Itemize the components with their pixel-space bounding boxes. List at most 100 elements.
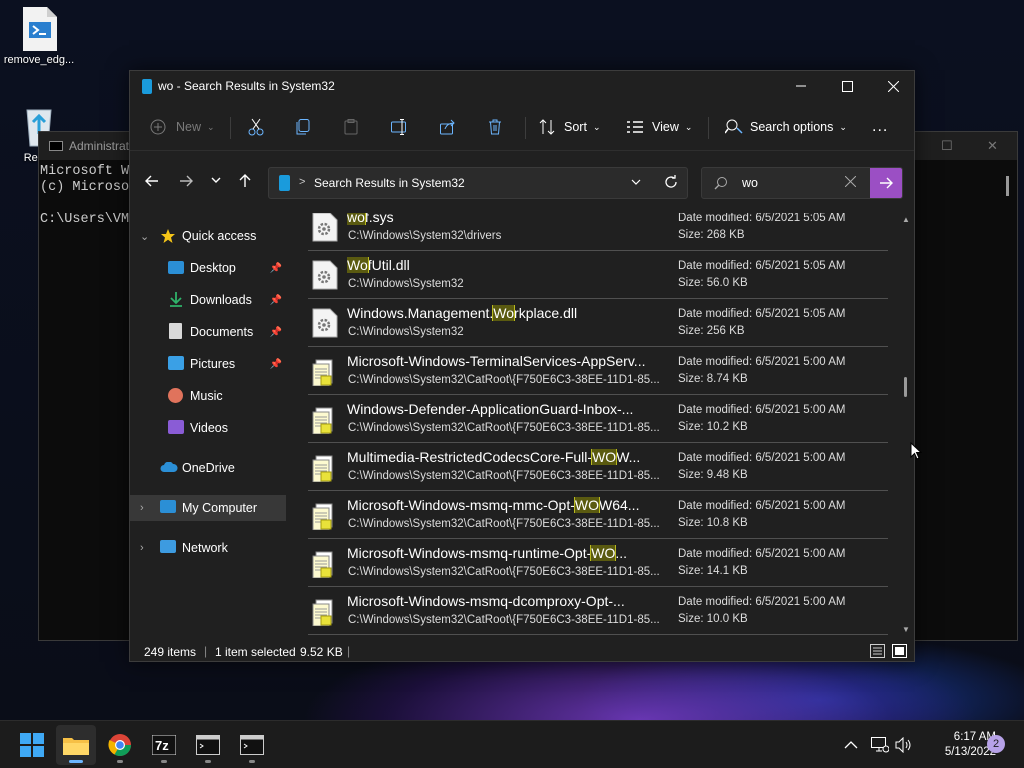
pin-icon[interactable]: 📌 xyxy=(270,295,282,306)
date-modified: Date modified: 6/5/2021 5:00 AM xyxy=(678,404,846,416)
search-go-button[interactable] xyxy=(870,168,902,198)
details-view-icon xyxy=(870,644,885,658)
paste-button[interactable] xyxy=(344,115,358,139)
start-button[interactable] xyxy=(12,725,52,765)
nav-quick-access[interactable]: ⌄ Quick access xyxy=(130,223,286,249)
details-view-button[interactable] xyxy=(870,644,885,661)
notification-badge[interactable]: 2 xyxy=(987,735,1005,753)
status-divider: | xyxy=(204,644,208,658)
chevron-right-icon[interactable]: › xyxy=(140,542,144,554)
console-maximize-icon[interactable]: ☐ xyxy=(941,138,953,154)
sort-label: Sort xyxy=(564,120,587,134)
clear-search-button[interactable] xyxy=(844,175,857,190)
result-row[interactable]: Windows-Defender-ApplicationGuard-Inbox-… xyxy=(308,395,888,443)
cut-icon xyxy=(248,118,264,136)
taskbar-7zip[interactable]: 7z xyxy=(144,725,184,765)
forward-button[interactable] xyxy=(174,169,198,193)
copy-button[interactable] xyxy=(296,115,310,139)
address-bar[interactable]: > Search Results in System32 xyxy=(268,167,688,199)
show-hidden-icons-button[interactable] xyxy=(844,721,858,768)
minimize-icon xyxy=(796,85,806,87)
running-indicator xyxy=(161,760,167,763)
breadcrumb-item[interactable]: Search Results in System32 xyxy=(314,176,465,190)
network-tray-button[interactable] xyxy=(871,721,889,768)
result-row[interactable]: Windows.Management.Workplace.dll C:\Windo… xyxy=(308,299,888,347)
rename-button[interactable] xyxy=(391,115,409,139)
taskbar-terminal-1[interactable] xyxy=(188,725,228,765)
file-name: Microsoft-Windows-msmq-runtime-Opt-WO... xyxy=(347,545,628,561)
scroll-thumb[interactable] xyxy=(904,377,907,397)
console-scrollbar[interactable] xyxy=(1006,176,1009,196)
console-close-icon[interactable]: ✕ xyxy=(987,138,998,154)
nav-network[interactable]: › Network xyxy=(130,535,286,561)
computer-icon xyxy=(160,500,176,513)
search-match-highlight: WO xyxy=(573,497,601,513)
taskbar-chrome[interactable] xyxy=(100,725,140,765)
result-row[interactable]: Microsoft-Windows-msmq-dcomproxy-Opt-...… xyxy=(308,587,888,635)
status-bar: 249 items | 1 item selected 9.52 KB | xyxy=(130,641,916,663)
address-dropdown-button[interactable] xyxy=(631,176,641,190)
file-path: C:\Windows\System32\CatRoot\{F750E6C3-38… xyxy=(348,374,660,386)
nav-videos[interactable]: Videos xyxy=(130,415,286,441)
nav-documents[interactable]: Documents 📌 xyxy=(130,319,286,345)
volume-button[interactable] xyxy=(895,721,913,768)
nav-my-computer[interactable]: › My Computer xyxy=(130,495,286,521)
nav-desktop[interactable]: Desktop 📌 xyxy=(130,255,286,281)
pin-icon[interactable]: 📌 xyxy=(270,359,282,370)
up-button[interactable] xyxy=(233,169,257,193)
result-row[interactable]: Microsoft-Windows-msmq-mmc-Opt-WOW64... C… xyxy=(308,491,888,539)
titlebar[interactable]: wo - Search Results in System32 xyxy=(130,71,914,103)
pin-icon[interactable]: 📌 xyxy=(270,263,282,274)
search-match-highlight: wo xyxy=(347,213,366,225)
item-count: 249 items xyxy=(144,645,197,659)
close-button[interactable] xyxy=(870,71,916,101)
delete-button[interactable] xyxy=(488,115,502,139)
recent-locations-button[interactable] xyxy=(204,169,228,193)
cut-button[interactable] xyxy=(248,115,264,139)
pin-icon[interactable]: 📌 xyxy=(270,327,282,338)
windows-logo-icon xyxy=(20,733,44,757)
clock-time: 6:17 AM xyxy=(953,731,996,743)
new-button[interactable]: New ⌄ xyxy=(150,115,215,139)
desktop-icon-script[interactable]: remove_edg... xyxy=(0,6,78,66)
share-button[interactable] xyxy=(440,115,456,139)
result-row[interactable]: WofUtil.dll C:\Windows\System32 Date modif… xyxy=(308,251,888,299)
chevron-right-icon[interactable]: › xyxy=(140,502,144,514)
more-options-button[interactable]: ... xyxy=(872,115,888,139)
tiles-view-button[interactable] xyxy=(892,644,907,661)
minimize-button[interactable] xyxy=(778,71,824,101)
refresh-button[interactable] xyxy=(664,175,678,192)
chevron-down-icon: ⌄ xyxy=(684,121,693,132)
nav-pictures[interactable]: Pictures 📌 xyxy=(130,351,286,377)
nav-onedrive[interactable]: OneDrive xyxy=(130,455,286,481)
search-options-button[interactable]: Search options ⌄ xyxy=(725,115,847,139)
nav-music[interactable]: Music xyxy=(130,383,286,409)
new-label: New xyxy=(176,120,202,134)
clock[interactable]: 6:17 AM 5/13/2022 xyxy=(916,730,996,760)
results-scrollbar[interactable]: ▲ ▼ xyxy=(900,213,912,637)
search-options-icon xyxy=(725,119,743,134)
file-path: C:\Windows\System32\CatRoot\{F750E6C3-38… xyxy=(348,422,660,434)
result-row[interactable]: Microsoft-Windows-msmq-runtime-Opt-WO...… xyxy=(308,539,888,587)
search-results-list[interactable]: wof.sys C:\Windows\System32\drivers Date m… xyxy=(308,213,888,643)
scroll-up-icon[interactable]: ▲ xyxy=(902,215,910,224)
view-button[interactable]: View ⌄ xyxy=(627,115,692,139)
maximize-button[interactable] xyxy=(824,71,870,101)
file-explorer-window[interactable]: wo - Search Results in System32 New ⌄ So… xyxy=(129,70,915,662)
search-input[interactable]: wo xyxy=(742,176,758,190)
taskbar-terminal-2[interactable] xyxy=(232,725,272,765)
file-path: C:\Windows\System32\CatRoot\{F750E6C3-38… xyxy=(348,614,660,626)
result-row[interactable]: Microsoft-Windows-TerminalServices-AppSe… xyxy=(308,347,888,395)
scroll-down-icon[interactable]: ▼ xyxy=(902,625,910,634)
sort-button[interactable]: Sort ⌄ xyxy=(539,115,600,139)
catalog-file-icon xyxy=(312,404,338,435)
chevron-down-icon[interactable]: ⌄ xyxy=(140,230,149,243)
back-button[interactable] xyxy=(140,169,164,193)
nav-downloads[interactable]: Downloads 📌 xyxy=(130,287,286,313)
file-path: C:\Windows\System32 xyxy=(348,326,464,338)
taskbar-file-explorer[interactable] xyxy=(56,725,96,765)
result-row[interactable]: wof.sys C:\Windows\System32\drivers Date m… xyxy=(308,213,888,251)
result-row[interactable]: Multimedia-RestrictedCodecsCore-Full-WOW… xyxy=(308,443,888,491)
search-box[interactable]: wo xyxy=(701,167,903,199)
desktop-folder-icon xyxy=(168,261,184,274)
